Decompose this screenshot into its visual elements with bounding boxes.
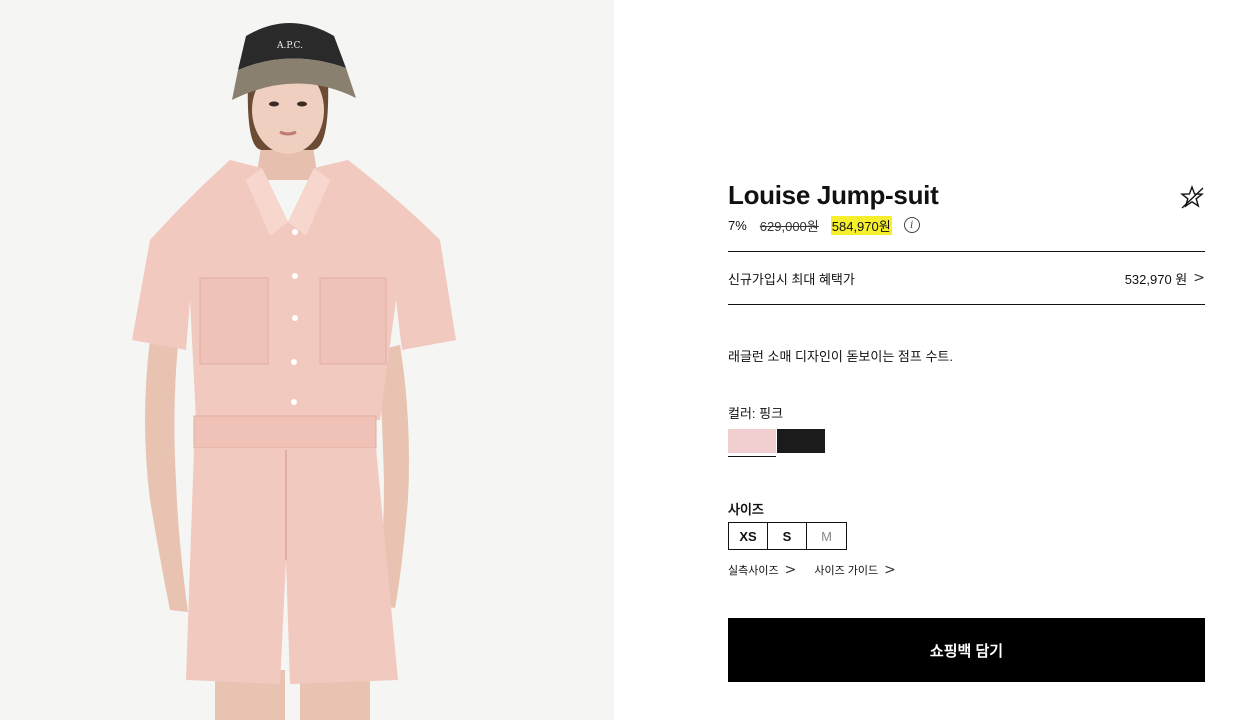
product-detail-panel: Louise Jump-suit 7% 629,000원 584,970원 i …	[728, 0, 1205, 720]
size-guide-link[interactable]: 사이즈 가이드 >	[814, 562, 896, 578]
size-links: 실측사이즈 > 사이즈 가이드 >	[728, 562, 896, 578]
add-to-bag-button[interactable]: 쇼핑백 담기	[728, 618, 1205, 682]
model-photo: A.P.C.	[132, 23, 456, 720]
size-label: 사이즈	[728, 502, 764, 517]
chevron-right-icon: >	[884, 562, 896, 578]
product-description: 래글런 소매 디자인이 돋보이는 점프 수트.	[728, 349, 953, 364]
product-title: Louise Jump-suit	[728, 180, 939, 210]
measured-size-link[interactable]: 실측사이즈 >	[728, 562, 796, 578]
info-icon[interactable]: i	[903, 217, 920, 233]
svg-text:A.P.C.: A.P.C.	[276, 41, 303, 51]
benefit-label: 신규가입시 최대 혜택가	[728, 271, 855, 287]
selected-color-indicator	[728, 456, 776, 457]
size-option-m[interactable]: M	[807, 523, 846, 549]
color-swatches	[728, 429, 825, 453]
color-swatch-black[interactable]	[777, 429, 825, 453]
size-selector: XS S M	[728, 522, 847, 550]
measured-size-label: 실측사이즈	[728, 565, 779, 577]
color-label: 컬러: 핑크	[728, 406, 784, 421]
price-row: 7% 629,000원 584,970원 i	[728, 215, 920, 235]
color-swatch-pink[interactable]	[728, 429, 776, 453]
benefit-price: 532,970 원	[1124, 271, 1188, 287]
chevron-right-icon: >	[1193, 270, 1205, 286]
product-image: A.P.C.	[0, 0, 614, 720]
size-option-xs[interactable]: XS	[729, 523, 768, 549]
chevron-right-icon: >	[784, 562, 797, 578]
star-icon[interactable]	[1179, 184, 1205, 210]
size-option-s[interactable]: S	[768, 523, 807, 549]
member-benefit-row[interactable]: 신규가입시 최대 혜택가 532,970 원 >	[728, 251, 1205, 305]
size-guide-label: 사이즈 가이드	[814, 565, 879, 577]
discount-rate: 7%	[728, 217, 747, 233]
original-price: 629,000원	[759, 218, 819, 234]
sale-price: 584,970원	[830, 215, 892, 235]
